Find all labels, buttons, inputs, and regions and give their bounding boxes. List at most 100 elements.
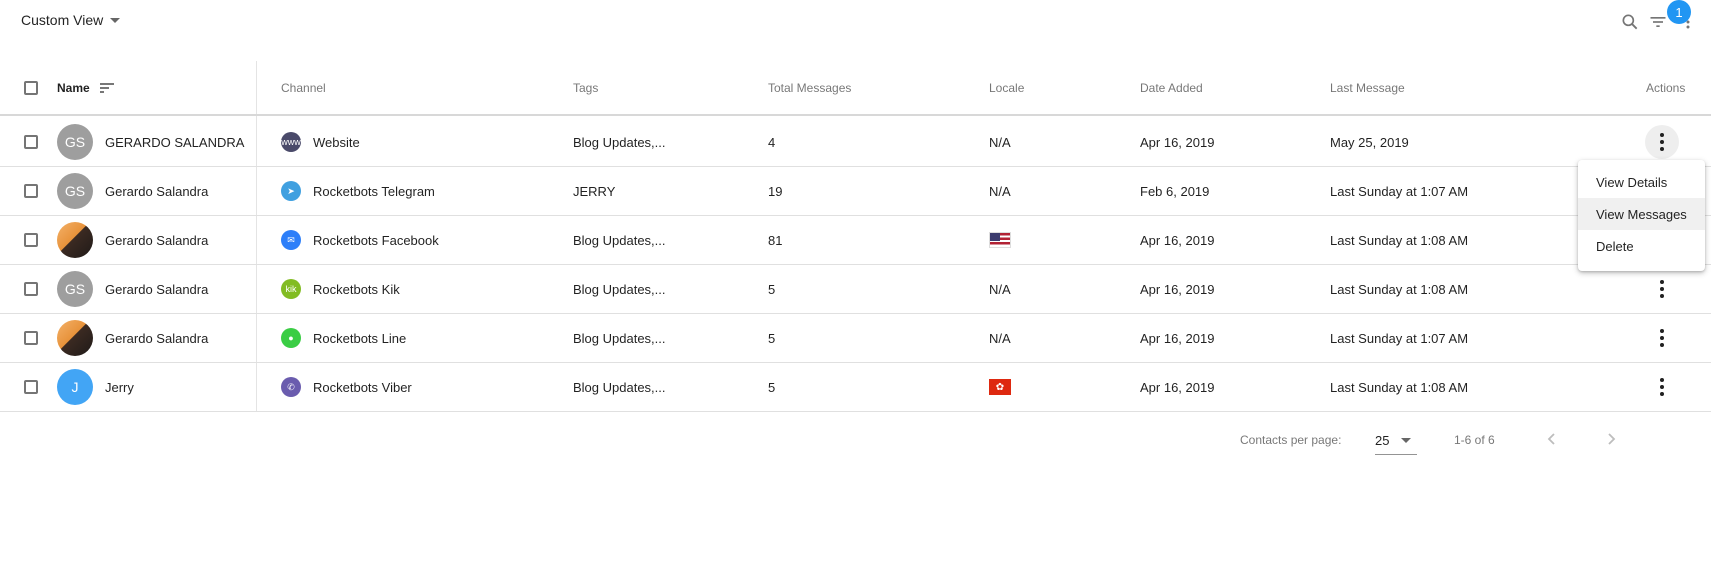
total-messages-value: 5 xyxy=(768,379,776,395)
chevron-left-icon xyxy=(1547,433,1555,445)
row-checkbox[interactable] xyxy=(24,282,38,296)
locale-cell: N/A xyxy=(989,167,1011,215)
row-actions-menu: View Details View Messages Delete xyxy=(1578,160,1705,271)
tags-value: JERRY xyxy=(573,183,616,199)
contact-name[interactable]: Gerardo Salandra xyxy=(105,167,208,215)
header-tags[interactable]: Tags xyxy=(573,61,598,114)
date-added-value: Apr 16, 2019 xyxy=(1140,330,1215,346)
custom-view-dropdown[interactable]: Custom View xyxy=(21,12,121,28)
menu-item-view-details[interactable]: View Details xyxy=(1578,166,1705,198)
line-icon: ● xyxy=(281,328,301,348)
header-channel[interactable]: Channel xyxy=(281,61,326,114)
total-messages-value: 5 xyxy=(768,330,776,346)
website-icon: www xyxy=(281,132,301,152)
hk-flag-icon: ✿ xyxy=(989,379,1011,395)
chevron-right-icon xyxy=(1608,433,1616,445)
row-actions-button[interactable] xyxy=(1645,321,1679,355)
tags-value: Blog Updates,... xyxy=(573,330,666,346)
total-messages-value: 4 xyxy=(768,134,776,150)
messenger-icon: ✉ xyxy=(281,230,301,250)
total-messages-value: 5 xyxy=(768,281,776,297)
channel-name: Rocketbots Kik xyxy=(313,281,400,297)
locale-value: N/A xyxy=(989,183,1011,199)
table-row[interactable]: GS Gerardo Salandra kik Rocketbots Kik Blog … xyxy=(0,265,1711,314)
total-messages-value: 19 xyxy=(768,183,783,199)
header-date-added[interactable]: Date Added xyxy=(1140,61,1203,114)
row-checkbox[interactable] xyxy=(24,135,38,149)
row-actions-button[interactable] xyxy=(1645,370,1679,404)
tags-value: Blog Updates,... xyxy=(573,134,666,150)
menu-item-delete[interactable]: Delete xyxy=(1578,230,1705,262)
last-message-value: Last Sunday at 1:08 AM xyxy=(1330,379,1469,395)
caret-down-icon xyxy=(110,17,121,23)
prev-page-button[interactable] xyxy=(1544,431,1560,447)
avatar[interactable]: GS xyxy=(57,124,93,160)
row-actions-button[interactable] xyxy=(1645,125,1679,159)
page-range: 1-6 of 6 xyxy=(1454,433,1495,447)
table-row[interactable]: Gerardo Salandra ● Rocketbots Line Blog Upd… xyxy=(0,314,1711,363)
contact-name[interactable]: Gerardo Salandra xyxy=(105,265,208,313)
date-added-value: Apr 16, 2019 xyxy=(1140,232,1215,248)
avatar[interactable]: GS xyxy=(57,271,93,307)
channel-name: Website xyxy=(313,134,360,150)
search-icon[interactable] xyxy=(1620,12,1640,32)
tags-value: Blog Updates,... xyxy=(573,281,666,297)
menu-item-view-messages[interactable]: View Messages xyxy=(1578,198,1705,230)
row-actions-button[interactable] xyxy=(1645,272,1679,306)
avatar[interactable] xyxy=(57,222,93,258)
header-name-label: Name xyxy=(57,80,90,95)
contact-name[interactable]: GERARDO SALANDRA xyxy=(105,118,244,166)
date-added-value: Apr 16, 2019 xyxy=(1140,134,1215,150)
avatar[interactable]: J xyxy=(57,369,93,405)
filter-icon[interactable] xyxy=(1648,12,1668,32)
us-flag-icon xyxy=(989,232,1011,248)
more-vert-icon xyxy=(1660,133,1664,151)
next-page-button[interactable] xyxy=(1603,431,1619,447)
tags-value: Blog Updates,... xyxy=(573,232,666,248)
more-vert-icon xyxy=(1660,378,1664,396)
locale-cell: ✿ xyxy=(989,363,1011,411)
more-vert-icon xyxy=(1660,280,1664,298)
locale-cell: N/A xyxy=(989,118,1011,166)
last-message-value: May 25, 2019 xyxy=(1330,134,1409,150)
per-page-select[interactable]: 25 xyxy=(1375,427,1417,455)
caret-down-icon xyxy=(1401,438,1411,443)
avatar[interactable]: GS xyxy=(57,173,93,209)
contact-name[interactable]: Jerry xyxy=(105,363,134,411)
date-added-value: Apr 16, 2019 xyxy=(1140,281,1215,297)
per-page-label: Contacts per page: xyxy=(1240,433,1342,447)
last-message-value: Last Sunday at 1:08 AM xyxy=(1330,281,1469,297)
select-all-checkbox[interactable] xyxy=(24,80,38,95)
header-total-messages[interactable]: Total Messages xyxy=(768,61,851,114)
row-checkbox[interactable] xyxy=(24,184,38,198)
header-name[interactable]: Name xyxy=(57,61,114,114)
avatar[interactable] xyxy=(57,320,93,356)
contact-name[interactable]: Gerardo Salandra xyxy=(105,216,208,264)
header-locale[interactable]: Locale xyxy=(989,61,1024,114)
table-row[interactable]: GS GERARDO SALANDRA www Website Blog Updates… xyxy=(0,118,1711,167)
date-added-value: Feb 6, 2019 xyxy=(1140,183,1210,199)
channel-cell: ✉ Rocketbots Facebook xyxy=(281,216,439,264)
header-actions: Actions xyxy=(1646,80,1686,95)
channel-cell: kik Rocketbots Kik xyxy=(281,265,400,313)
header-last-message[interactable]: Last Message xyxy=(1330,61,1405,114)
locale-cell: N/A xyxy=(989,314,1011,362)
channel-name: Rocketbots Line xyxy=(313,330,407,346)
tags-value: Blog Updates,... xyxy=(573,379,666,395)
table-row[interactable]: Gerardo Salandra ✉ Rocketbots Facebook Blog… xyxy=(0,216,1711,265)
top-bar: Custom View 1 xyxy=(0,0,1717,44)
total-messages-value: 81 xyxy=(768,232,783,248)
filter-count-badge: 1 xyxy=(1667,0,1691,24)
row-checkbox[interactable] xyxy=(24,233,38,247)
locale-value: N/A xyxy=(989,281,1011,297)
table-row[interactable]: GS Gerardo Salandra ➤ Rocketbots Telegram JE… xyxy=(0,167,1711,216)
channel-cell: ➤ Rocketbots Telegram xyxy=(281,167,435,215)
row-checkbox[interactable] xyxy=(24,331,38,345)
channel-name: Rocketbots Telegram xyxy=(313,183,435,199)
more-vert-icon xyxy=(1660,329,1664,347)
contact-name[interactable]: Gerardo Salandra xyxy=(105,314,208,362)
table-row[interactable]: J Jerry ✆ Rocketbots Viber Blog Updates,... 5… xyxy=(0,363,1711,412)
locale-cell xyxy=(989,216,1011,264)
sort-icon[interactable] xyxy=(99,82,114,94)
row-checkbox[interactable] xyxy=(24,380,38,394)
